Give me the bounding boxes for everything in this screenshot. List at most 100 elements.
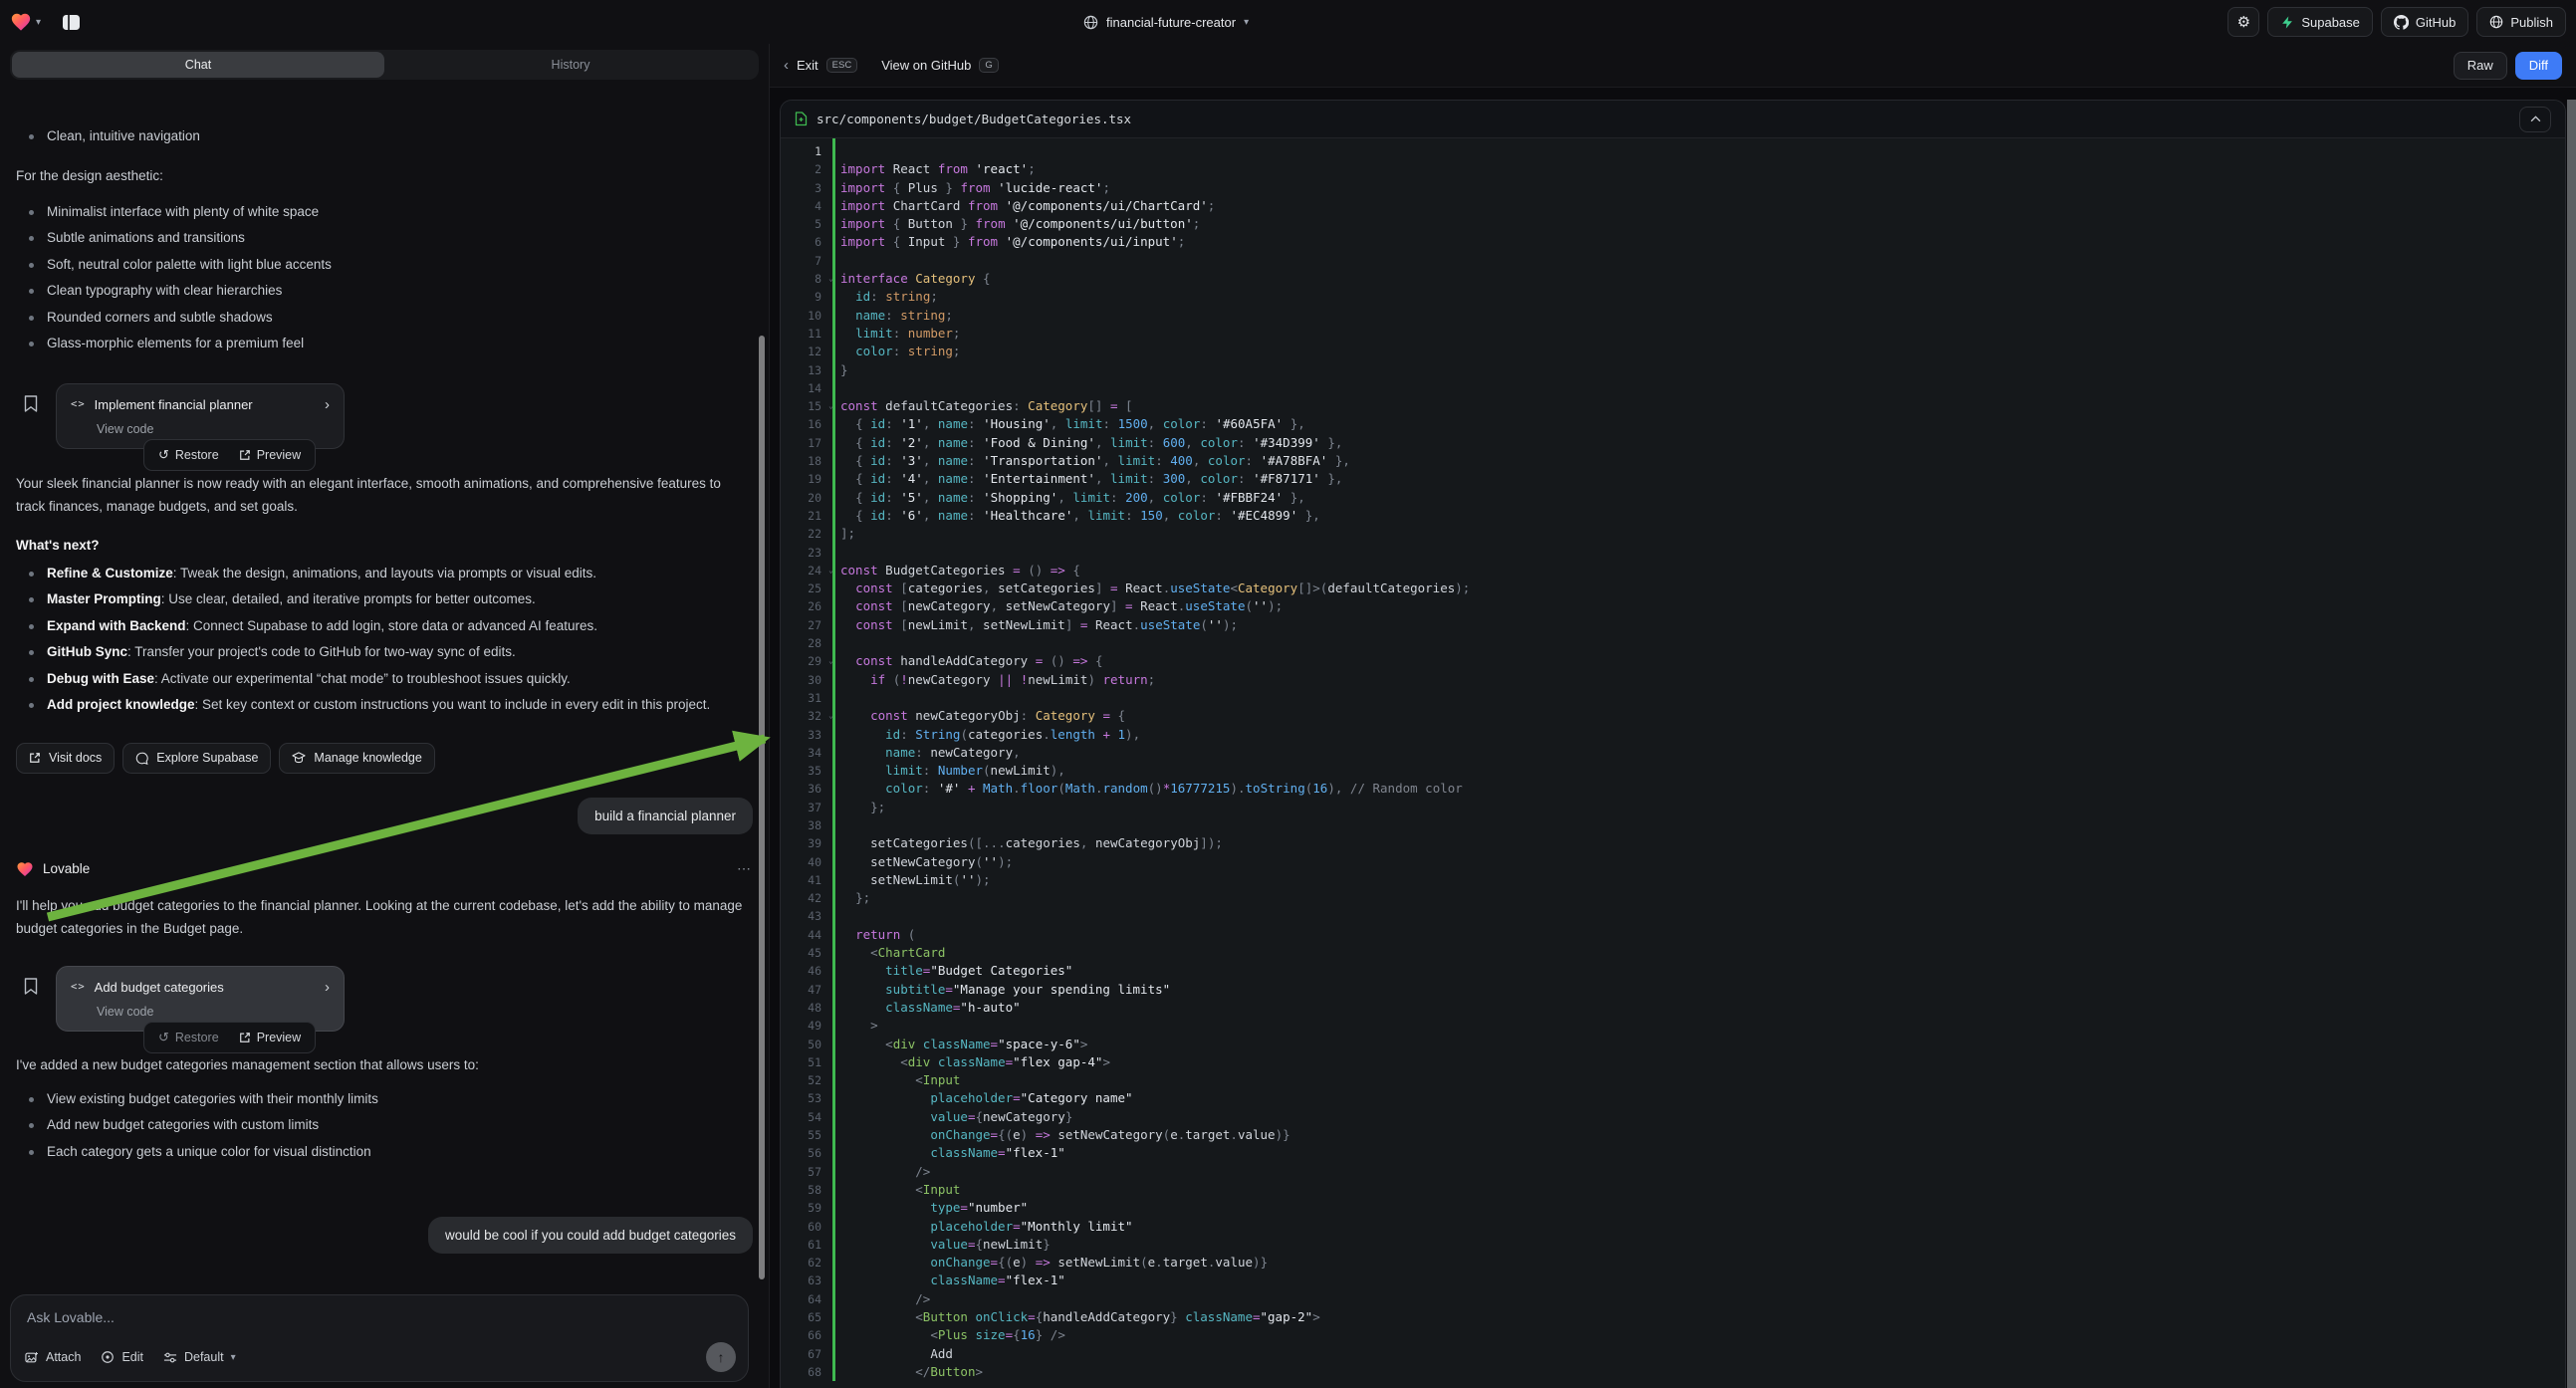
edit-card-title: Implement financial planner xyxy=(95,397,253,412)
fold-chevron-icon[interactable]: ⌄ xyxy=(828,707,833,725)
arrow-up-icon: ↑ xyxy=(718,1349,725,1365)
attach-image-icon xyxy=(25,1351,39,1364)
manage-knowledge-button[interactable]: Manage knowledge xyxy=(279,743,434,774)
project-chevron-down-icon: ▾ xyxy=(1244,17,1249,28)
view-code-link[interactable]: View code xyxy=(97,422,330,436)
edit-card-row: <> Implement financial planner › View co… xyxy=(16,383,753,450)
attach-button[interactable]: Attach xyxy=(25,1350,81,1364)
code-line: 65 <Button onClick={handleAddCategory} c… xyxy=(781,1308,2565,1326)
code-line: 2import React from 'react'; xyxy=(781,160,2565,178)
code-line: 55 onChange={(e) => setNewCategory(e.tar… xyxy=(781,1126,2565,1144)
project-name: financial-future-creator xyxy=(1106,15,1236,30)
fold-chevron-icon[interactable]: ⌄ xyxy=(828,562,833,579)
chevron-down-icon: ▾ xyxy=(231,1352,236,1363)
assistant-summary-text: Your sleek financial planner is now read… xyxy=(16,472,753,518)
page-scrollbar[interactable] xyxy=(2567,100,2576,1388)
github-button[interactable]: GitHub xyxy=(2381,7,2468,37)
restore-icon: ↺ xyxy=(158,1030,169,1045)
code-line: 18 { id: '3', name: 'Transportation', li… xyxy=(781,452,2565,470)
chevron-left-icon: ‹ xyxy=(784,57,789,74)
tab-history[interactable]: History xyxy=(384,52,757,78)
code-line: 44 return ( xyxy=(781,926,2565,944)
code-line: 66 <Plus size={16} /> xyxy=(781,1326,2565,1344)
edit-card-title: Add budget categories xyxy=(95,980,224,995)
external-link-icon xyxy=(239,1032,251,1043)
code-line: 7 xyxy=(781,252,2565,270)
code-icon: <> xyxy=(71,981,86,993)
assistant-added-text: I've added a new budget categories manag… xyxy=(16,1053,753,1076)
globe-icon xyxy=(1083,15,1098,30)
design-intro-text: For the design aesthetic: xyxy=(16,164,753,187)
code-line: 20 { id: '5', name: 'Shopping', limit: 2… xyxy=(781,489,2565,507)
logo-chevron-down-icon: ▾ xyxy=(36,17,41,28)
publish-button[interactable]: Publish xyxy=(2476,7,2566,37)
edit-card-row: <> Add budget categories › View code ↺ R… xyxy=(16,966,753,1033)
code-line: 45 <ChartCard xyxy=(781,944,2565,962)
external-link-icon xyxy=(239,449,251,461)
edit-mode-button[interactable]: Edit xyxy=(101,1350,143,1364)
explore-supabase-button[interactable]: Explore Supabase xyxy=(122,743,271,774)
card-hover-actions: ↺ Restore Preview xyxy=(143,1022,316,1053)
exit-button[interactable]: ‹ Exit ESC xyxy=(784,57,857,74)
code-line: 24⌄const BudgetCategories = () => { xyxy=(781,562,2565,579)
user-message-bubble: would be cool if you could add budget ca… xyxy=(428,1217,753,1254)
code-line: 22]; xyxy=(781,525,2565,543)
code-line: 46 title="Budget Categories" xyxy=(781,962,2565,980)
preview-button[interactable]: Preview xyxy=(230,448,310,462)
code-line: 32⌄ const newCategoryObj: Category = { xyxy=(781,707,2565,725)
code-line: 11 limit: number; xyxy=(781,325,2565,343)
code-editor[interactable]: 12import React from 'react';3import { Pl… xyxy=(781,138,2565,1381)
bookmark-icon[interactable] xyxy=(24,978,38,1000)
fold-chevron-icon[interactable]: ⌄ xyxy=(828,397,833,415)
code-toolbar: ‹ Exit ESC View on GitHub G Raw Diff xyxy=(770,44,2576,88)
bookmark-icon[interactable] xyxy=(24,395,38,417)
tab-chat[interactable]: Chat xyxy=(12,52,384,78)
code-line: 3import { Plus } from 'lucide-react'; xyxy=(781,179,2565,197)
prompt-input-card[interactable]: Ask Lovable... Attach Ed xyxy=(10,1294,749,1382)
code-line: 28 xyxy=(781,634,2565,652)
code-line: 61 value={newLimit} xyxy=(781,1236,2565,1254)
chevron-up-icon xyxy=(2530,116,2541,122)
diff-toggle-button[interactable]: Diff xyxy=(2515,52,2562,80)
visit-docs-button[interactable]: Visit docs xyxy=(16,743,115,774)
supabase-button[interactable]: Supabase xyxy=(2267,7,2373,37)
preview-button[interactable]: Preview xyxy=(230,1031,310,1044)
raw-toggle-button[interactable]: Raw xyxy=(2454,52,2507,80)
code-line: 26 const [newCategory, setNewCategory] =… xyxy=(781,597,2565,615)
file-path-row[interactable]: src/components/budget/BudgetCategories.t… xyxy=(781,101,2565,138)
code-line: 37 }; xyxy=(781,799,2565,816)
view-on-github-button[interactable]: View on GitHub G xyxy=(881,58,998,73)
restore-button[interactable]: ↺ Restore xyxy=(149,1030,228,1045)
user-message-bubble: build a financial planner xyxy=(578,798,753,834)
restore-button[interactable]: ↺ Restore xyxy=(149,447,228,463)
send-button[interactable]: ↑ xyxy=(706,1342,736,1372)
prompt-input[interactable]: Ask Lovable... xyxy=(27,1309,732,1325)
bullet-item: Clean typography with clear hierarchies xyxy=(16,278,753,305)
code-line: 35 limit: Number(newLimit), xyxy=(781,762,2565,780)
fold-chevron-icon[interactable]: ⌄ xyxy=(828,270,833,288)
code-line: 43 xyxy=(781,907,2565,925)
bullet-item: Debug with Ease: Activate our experiment… xyxy=(16,666,753,693)
model-select[interactable]: Default ▾ xyxy=(163,1350,236,1364)
view-code-link[interactable]: View code xyxy=(97,1005,330,1019)
chat-scrollbar[interactable] xyxy=(759,336,765,1279)
gear-icon: ⚙ xyxy=(2237,13,2250,31)
chat-scroll-area[interactable]: Clean, intuitive navigation For the desi… xyxy=(0,123,769,1388)
code-line: 4import ChartCard from '@/components/ui/… xyxy=(781,197,2565,215)
collapse-file-button[interactable] xyxy=(2519,107,2551,132)
code-line: 53 placeholder="Category name" xyxy=(781,1089,2565,1107)
chevron-right-icon: › xyxy=(325,396,330,413)
project-selector[interactable]: financial-future-creator ▾ xyxy=(1083,0,1249,44)
chevron-right-icon: › xyxy=(325,979,330,996)
message-more-menu[interactable]: ⋯ xyxy=(737,860,753,877)
lovable-logo-icon[interactable]: ▾ xyxy=(10,11,41,33)
code-line: 13} xyxy=(781,361,2565,379)
bullet-item: Each category gets a unique color for vi… xyxy=(16,1139,753,1166)
code-line: 6import { Input } from '@/components/ui/… xyxy=(781,233,2565,251)
settings-button[interactable]: ⚙ xyxy=(2227,7,2259,37)
code-line: 30 if (!newCategory || !newLimit) return… xyxy=(781,671,2565,689)
external-link-icon xyxy=(29,752,41,764)
bullet-item: Subtle animations and transitions xyxy=(16,225,753,252)
fold-chevron-icon[interactable]: ⌄ xyxy=(828,652,833,670)
sidebar-toggle-button[interactable] xyxy=(55,7,87,37)
